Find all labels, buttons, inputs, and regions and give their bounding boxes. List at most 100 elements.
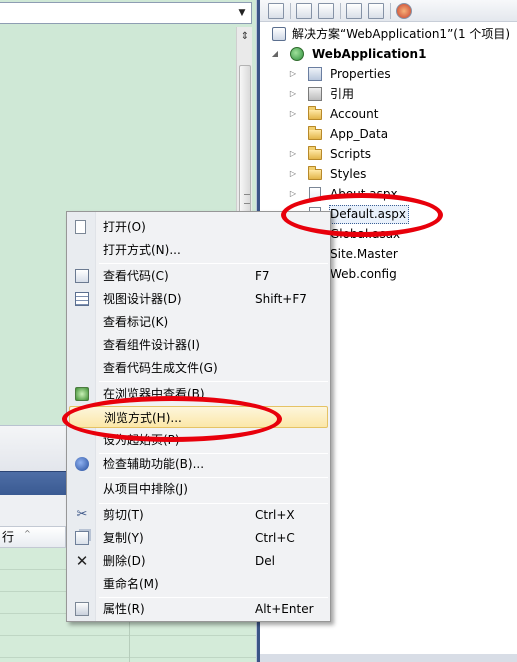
expand-triangle-icon[interactable]: ▷ [288, 84, 298, 104]
expand-triangle-icon[interactable]: ▷ [288, 164, 298, 184]
scissors-icon: ✂ [76, 507, 88, 522]
refresh-button[interactable] [318, 3, 334, 19]
tree-item-label: Global.asax [330, 227, 401, 241]
menu-item-view-component-designer[interactable]: 查看组件设计器(I) [69, 334, 328, 356]
menu-item-set-start-page[interactable]: 设为起始页(P) [69, 429, 328, 451]
menu-item-rename[interactable]: 重命名(M) [69, 573, 328, 595]
tree-item-label: App_Data [330, 127, 389, 141]
menu-item-label: 视图设计器(D) [103, 292, 182, 306]
tree-item-label: Styles [330, 167, 367, 181]
tree-item-label: Properties [330, 67, 391, 81]
menu-item-check-accessibility[interactable]: 检查辅助功能(B)... [69, 453, 328, 475]
copy-website-button[interactable] [396, 3, 412, 19]
references-icon [308, 87, 322, 101]
toolbar-separator [290, 3, 291, 19]
tree-item-label: Site.Master [330, 247, 398, 261]
open-file-icon [75, 220, 86, 234]
properties-icon [308, 67, 322, 81]
solution-icon [272, 27, 286, 41]
folder-icon [308, 146, 322, 160]
menu-item-label: 删除(D) [103, 554, 146, 568]
menu-item-view-in-browser[interactable]: 在浏览器中查看(B) [69, 383, 328, 405]
context-menu[interactable]: 打开(O) 打开方式(N)... 查看代码(C) F7 视图设计器(D) Shi… [66, 211, 331, 622]
menu-item-shortcut: Ctrl+C [255, 531, 295, 545]
menu-item-label: 查看组件设计器(I) [103, 338, 200, 352]
menu-item-label: 复制(Y) [103, 531, 144, 545]
grip-icon [244, 194, 250, 204]
project-label: WebApplication1 [312, 47, 427, 61]
tree-item-about[interactable]: ▷ About.aspx [288, 184, 508, 204]
menu-item-label: 检查辅助功能(B)... [103, 457, 205, 471]
chevron-down-icon[interactable]: ▼ [235, 5, 249, 21]
grid-column-header-label: 行 [2, 530, 15, 544]
navigation-combo[interactable]: ▼ [0, 2, 252, 24]
menu-item-label: 设为起始页(P) [103, 433, 180, 447]
web-project-icon [290, 47, 304, 61]
menu-item-cut[interactable]: ✂ 剪切(T) Ctrl+X [69, 504, 328, 526]
view-code-button[interactable] [346, 3, 362, 19]
menu-item-label: 查看代码生成文件(G) [103, 361, 218, 375]
expand-triangle-icon[interactable]: ▷ [288, 64, 298, 84]
tree-item-scripts[interactable]: ▷ Scripts [288, 144, 508, 164]
menu-item-view-designer[interactable]: 视图设计器(D) Shift+F7 [69, 288, 328, 310]
expand-triangle-icon[interactable]: ▷ [288, 104, 298, 124]
menu-item-label: 在浏览器中查看(B) [103, 387, 205, 401]
menu-item-view-generated-code[interactable]: 查看代码生成文件(G) [69, 357, 328, 379]
tree-item-account[interactable]: ▷ Account [288, 104, 508, 124]
view-code-icon [75, 269, 89, 283]
tree-item-label: Web.config [330, 267, 397, 281]
menu-item-label: 重命名(M) [103, 577, 159, 591]
menu-item-label: 从项目中排除(J) [103, 482, 188, 496]
folder-icon [308, 126, 322, 140]
file-icon [309, 187, 321, 201]
menu-item-copy[interactable]: 复制(Y) Ctrl+C [69, 527, 328, 549]
menu-item-delete[interactable]: ✕ 删除(D) Del [69, 550, 328, 572]
tree-item-label: Scripts [330, 147, 372, 161]
grid-column-header[interactable]: 行 ^ [0, 526, 66, 548]
tree-project-row[interactable]: ◢ WebApplication1 [270, 44, 510, 64]
menu-item-open[interactable]: 打开(O) [69, 216, 328, 238]
view-designer-button[interactable] [368, 3, 384, 19]
accessibility-icon [75, 457, 89, 471]
properties-icon [75, 602, 89, 616]
menu-item-open-with[interactable]: 打开方式(N)... [69, 239, 328, 261]
folder-icon [308, 166, 322, 180]
menu-item-view-markup[interactable]: 查看标记(K) [69, 311, 328, 333]
menu-item-browse-with[interactable]: 浏览方式(H)... [69, 406, 328, 428]
tree-item-references[interactable]: ▷ 引用 [288, 84, 508, 104]
menu-item-label: 查看标记(K) [103, 315, 169, 329]
expand-triangle-icon[interactable]: ▷ [288, 184, 298, 204]
solution-label: 解决方案“WebApplication1”(1 个项目) [292, 27, 511, 41]
properties-toolbar-button[interactable] [268, 3, 284, 19]
tree-item-label: Default.aspx [330, 207, 406, 221]
menu-item-shortcut: Del [255, 554, 275, 568]
split-handle-icon[interactable]: ⇕ [238, 29, 252, 45]
menu-item-label: 属性(R) [103, 602, 145, 616]
copy-icon [75, 531, 89, 545]
explorer-bottom-tabs [260, 654, 517, 662]
delete-x-icon: ✕ [75, 552, 89, 570]
tree-item-app-data[interactable]: App_Data [288, 124, 508, 144]
tree-item-label: 引用 [330, 87, 355, 101]
tree-solution-row[interactable]: 解决方案“WebApplication1”(1 个项目) [272, 24, 517, 44]
toolbar-separator [340, 3, 341, 19]
menu-item-label: 浏览方式(H)... [104, 411, 182, 425]
menu-item-exclude-from-project[interactable]: 从项目中排除(J) [69, 478, 328, 500]
menu-item-shortcut: Ctrl+X [255, 508, 295, 522]
expand-triangle-icon[interactable]: ▷ [288, 144, 298, 164]
tree-item-styles[interactable]: ▷ Styles [288, 164, 508, 184]
collapse-triangle-icon[interactable]: ◢ [270, 44, 280, 64]
folder-icon [308, 106, 322, 120]
menu-item-label: 打开(O) [103, 220, 146, 234]
menu-separator [99, 381, 328, 382]
show-all-files-button[interactable] [296, 3, 312, 19]
menu-item-label: 查看代码(C) [103, 269, 169, 283]
menu-item-label: 打开方式(N)... [103, 243, 181, 257]
tree-item-properties[interactable]: ▷ Properties [288, 64, 508, 84]
browser-icon [75, 387, 89, 401]
tree-item-label: Account [330, 107, 379, 121]
sort-arrow-icon: ^ [24, 529, 31, 538]
menu-item-properties[interactable]: 属性(R) Alt+Enter [69, 598, 328, 620]
menu-item-view-code[interactable]: 查看代码(C) F7 [69, 265, 328, 287]
menu-item-shortcut: Alt+Enter [255, 602, 314, 616]
